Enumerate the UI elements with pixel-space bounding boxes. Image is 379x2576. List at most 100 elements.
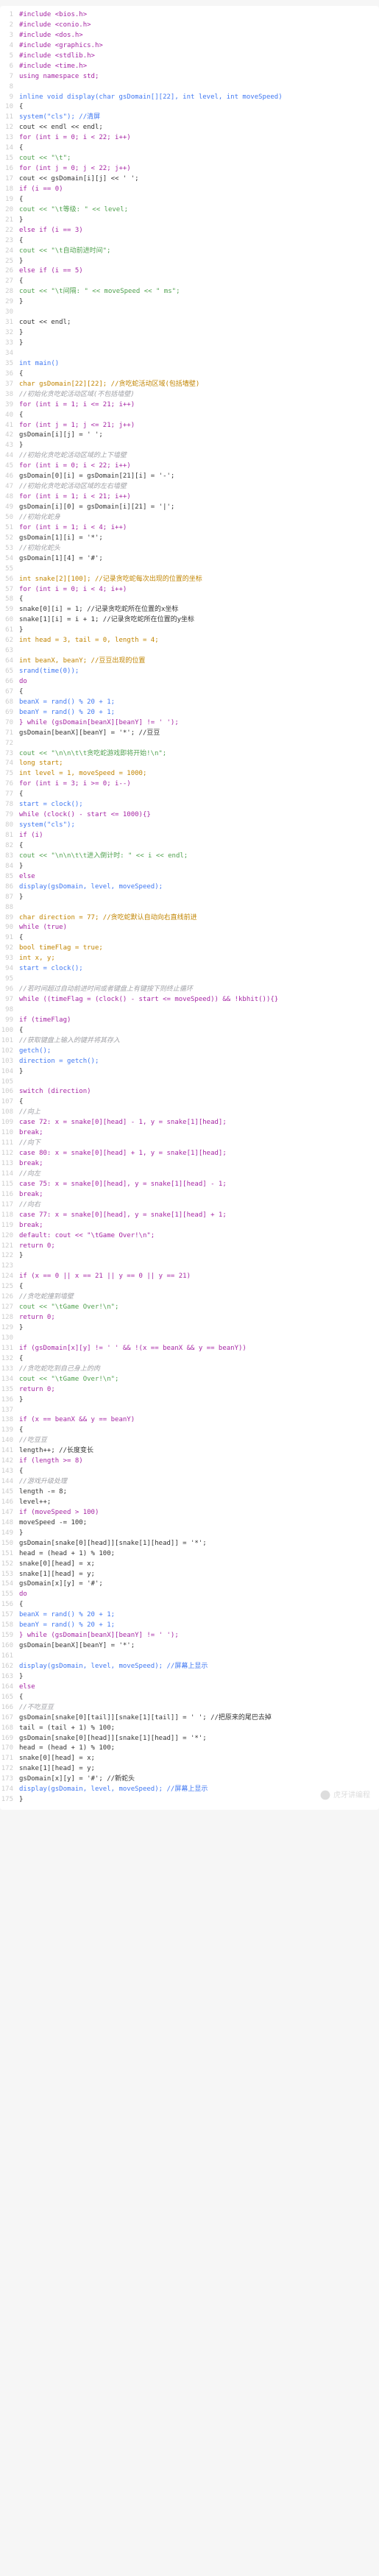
code-line: 92bool timeFlag = true; <box>0 944 379 954</box>
code-line: 130 <box>0 1334 379 1344</box>
code-line: 112case 80: x = snake[0][head] + 1, y = … <box>0 1149 379 1159</box>
line-number: 105 <box>0 1078 19 1088</box>
code-content: start = clock(); <box>19 800 379 810</box>
line-number: 171 <box>0 1754 19 1764</box>
code-content: tail = (tail + 1) % 100; <box>19 1724 379 1734</box>
code-line: 36{ <box>0 369 379 380</box>
code-line: 2#include <conio.h> <box>0 21 379 31</box>
line-number: 161 <box>0 1652 19 1662</box>
code-content: head = (head + 1) % 100; <box>19 1744 379 1754</box>
code-content: cout << endl; <box>19 318 379 328</box>
code-line: 153snake[1][head] = y; <box>0 1570 379 1580</box>
code-content: } <box>19 1323 379 1334</box>
code-content <box>19 82 379 93</box>
line-number: 73 <box>0 749 19 760</box>
line-number: 169 <box>0 1734 19 1744</box>
code-line: 121return 0; <box>0 1242 379 1252</box>
line-number: 7 <box>0 72 19 82</box>
code-content: char gsDomain[22][22]; //贪吃蛇活动区域(包括墙壁) <box>19 380 379 390</box>
code-line: 115case 75: x = snake[0][head], y = snak… <box>0 1180 379 1190</box>
code-content: if (x == beanX && y == beanY) <box>19 1415 379 1426</box>
code-line: 118case 77: x = snake[0][head], y = snak… <box>0 1211 379 1221</box>
code-content: { <box>19 1693 379 1703</box>
code-content <box>19 1334 379 1344</box>
code-content: int snake[2][100]; //记录贪吃蛇每次出现的位置的坐标 <box>19 575 379 585</box>
code-content: srand(time(0)); <box>19 667 379 677</box>
code-content: return 0; <box>19 1313 379 1323</box>
code-line: 60snake[1][i] = i + 1; //记录贪吃蛇所在位置的y坐标 <box>0 615 379 626</box>
line-number: 111 <box>0 1139 19 1149</box>
line-number: 167 <box>0 1713 19 1724</box>
code-line: 14{ <box>0 144 379 154</box>
code-content: snake[1][head] = y; <box>19 1764 379 1774</box>
line-number: 3 <box>0 31 19 41</box>
code-line: 93int x, y; <box>0 954 379 964</box>
code-line: 79while (clock() - start <= 1000){} <box>0 810 379 821</box>
line-number: 107 <box>0 1097 19 1108</box>
code-line: 78start = clock(); <box>0 800 379 810</box>
code-line: 147if (moveSpeed > 100) <box>0 1508 379 1518</box>
code-content: gsDomain[beanX][beanY] = '*'; //豆豆 <box>19 729 379 739</box>
line-number: 13 <box>0 133 19 144</box>
code-line: 54gsDomain[1][4] = '#'; <box>0 554 379 565</box>
line-number: 10 <box>0 102 19 113</box>
code-content: cout << "\n\n\t\t贪吃蛇游戏即将开始!\n"; <box>19 749 379 760</box>
code-content: long start; <box>19 759 379 769</box>
code-line: 101//获取键盘上输入的键并将其存入 <box>0 1036 379 1047</box>
code-line: 41for (int j = 1; j <= 21; j++) <box>0 421 379 431</box>
line-number: 44 <box>0 451 19 461</box>
code-content: cout << "\tGame Over!\n"; <box>19 1303 379 1313</box>
line-number: 28 <box>0 287 19 297</box>
line-number: 24 <box>0 247 19 257</box>
line-number: 175 <box>0 1795 19 1805</box>
code-line: 135return 0; <box>0 1385 379 1395</box>
code-line: 46gsDomain[0][i] = gsDomain[21][i] = '-'… <box>0 472 379 482</box>
line-number: 1 <box>0 10 19 21</box>
code-line: 103direction = getch(); <box>0 1057 379 1067</box>
code-line: 113break; <box>0 1159 379 1170</box>
line-number: 8 <box>0 82 19 93</box>
code-content: //不吃豆豆 <box>19 1703 379 1713</box>
code-line: 161 <box>0 1652 379 1662</box>
line-number: 40 <box>0 411 19 421</box>
code-content: beanX = rand() % 20 + 1; <box>19 698 379 708</box>
code-line: 17cout << gsDomain[i][j] << ' '; <box>0 174 379 185</box>
code-content: { <box>19 933 379 944</box>
code-line: 105 <box>0 1078 379 1088</box>
code-line: 67{ <box>0 687 379 698</box>
line-number: 156 <box>0 1600 19 1610</box>
code-content: { <box>19 236 379 247</box>
code-content: //初始化贪吃蛇活动区域的上下墙壁 <box>19 451 379 461</box>
code-line: 82{ <box>0 841 379 852</box>
code-content: } <box>19 893 379 903</box>
code-line: 25} <box>0 257 379 267</box>
line-number: 127 <box>0 1303 19 1313</box>
code-content <box>19 1005 379 1016</box>
line-number: 71 <box>0 729 19 739</box>
code-content: gsDomain[beanX][beanY] = '*'; <box>19 1641 379 1652</box>
code-content: { <box>19 102 379 113</box>
code-content: } <box>19 216 379 226</box>
code-line: 160gsDomain[beanX][beanY] = '*'; <box>0 1641 379 1652</box>
code-content: for (int i = 3; i >= 0; i--) <box>19 779 379 790</box>
code-content <box>19 349 379 359</box>
line-number: 138 <box>0 1415 19 1426</box>
line-number: 84 <box>0 862 19 872</box>
code-line: 5#include <stdlib.h> <box>0 52 379 62</box>
code-line: 114//向左 <box>0 1170 379 1180</box>
code-content: cout << "\t间隔: " << moveSpeed << " ms"; <box>19 287 379 297</box>
code-content: system("cls"); //清屏 <box>19 113 379 123</box>
code-content: gsDomain[i][j] = ' '; <box>19 431 379 441</box>
code-line: 34 <box>0 349 379 359</box>
code-line: 19{ <box>0 195 379 205</box>
code-content: system("cls"); <box>19 821 379 831</box>
code-line: 119break; <box>0 1221 379 1231</box>
code-content: return 0; <box>19 1385 379 1395</box>
code-line: 171snake[0][head] = x; <box>0 1754 379 1764</box>
code-content: else if (i == 5) <box>19 266 379 277</box>
line-number: 99 <box>0 1016 19 1026</box>
code-line: 99if (timeFlag) <box>0 1016 379 1026</box>
code-line: 137 <box>0 1406 379 1416</box>
code-content: { <box>19 144 379 154</box>
line-number: 86 <box>0 882 19 893</box>
